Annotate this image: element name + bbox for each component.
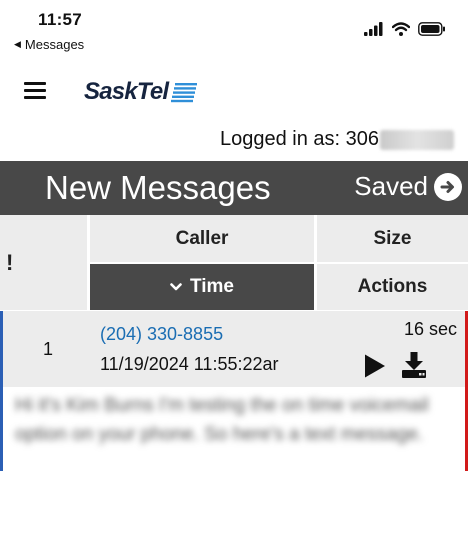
logged-in-label: Logged in as: 306 [219,128,379,150]
message-row[interactable]: 1 (204) 330-8855 11/19/2024 11:55:22ar 1… [0,311,468,387]
priority-flag-icon: ! [6,249,14,275]
caller-header-label: Caller [175,227,229,249]
message-duration: 16 sec [403,319,457,339]
message-number: 1 [43,339,54,359]
chevron-down-icon [170,283,182,291]
status-time: 11:57 [38,10,83,29]
column-header-caller[interactable]: Caller [90,215,314,262]
logo-stripes-icon [171,83,198,103]
redacted-account-number [380,129,454,150]
battery-icon [418,22,445,36]
column-header-priority[interactable]: ! [0,215,87,310]
column-header-actions: Actions [317,264,468,310]
logo-text: SaskTel [84,78,169,105]
size-header-label: Size [373,227,412,249]
transcript-text: Hi it's Kim Burns I'm testing the on tim… [15,395,429,445]
column-header-time[interactable]: Time [90,264,314,310]
back-app-label: Messages [24,37,85,52]
logged-in-status: Logged in as: 306 [220,128,454,151]
wifi-icon [392,22,410,36]
menu-icon[interactable] [24,82,46,100]
saved-label: Saved [354,171,428,201]
sasktel-logo: SaskTel [84,78,199,106]
message-transcript: Hi it's Kim Burns I'm testing the on tim… [0,387,468,471]
download-icon[interactable] [401,351,427,379]
status-bar: 11:57 ◀ Messages [0,0,468,58]
signal-icon [364,22,383,36]
back-to-messages-link[interactable]: ◀ Messages [14,37,84,52]
title-bar: New Messages Saved [0,161,468,215]
actions-header-label: Actions [357,276,428,297]
column-header-size[interactable]: Size [317,215,468,262]
time-header-label: Time [189,276,234,297]
back-triangle-icon: ◀ [14,39,21,49]
status-icons [364,22,446,36]
app-header: SaskTel [0,70,468,118]
arrow-right-circle-icon [434,172,462,201]
saved-messages-link[interactable]: Saved [354,171,462,202]
play-icon[interactable] [363,353,387,379]
caller-phone-link[interactable]: (204) 330-8855 [100,324,223,345]
message-datetime: 11/19/2024 11:55:22ar [100,354,279,374]
page-title: New Messages [45,169,271,206]
